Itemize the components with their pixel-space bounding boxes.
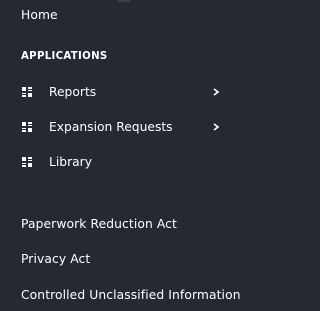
nav-item-expansion-requests[interactable]: Expansion Requests	[21, 117, 221, 137]
applications-section-label: APPLICATIONS	[21, 50, 108, 62]
nav-home-link[interactable]: Home	[21, 5, 58, 25]
footer-link-paperwork-reduction-act[interactable]: Paperwork Reduction Act	[21, 214, 177, 234]
footer-link-controlled-unclassified-information[interactable]: Controlled Unclassified Information	[21, 285, 241, 305]
footer-link-label: Paperwork Reduction Act	[21, 217, 177, 231]
nav-item-reports[interactable]: Reports	[21, 82, 221, 102]
footer-link-label: Controlled Unclassified Information	[21, 288, 241, 302]
scroll-edge-indicator	[118, 0, 130, 2]
dashboard-icon	[22, 157, 32, 167]
footer-link-label: Privacy Act	[21, 252, 91, 266]
chevron-right-icon	[213, 123, 220, 131]
nav-home-label: Home	[21, 8, 58, 22]
nav-item-reports-label: Reports	[49, 85, 97, 99]
footer-link-privacy-act[interactable]: Privacy Act	[21, 249, 90, 269]
dashboard-icon	[22, 87, 32, 97]
nav-item-library[interactable]: Library	[21, 152, 221, 172]
applications-section-header: APPLICATIONS	[21, 48, 108, 64]
nav-item-expansion-requests-label: Expansion Requests	[49, 120, 173, 134]
side-navigation: Home APPLICATIONS Reports Expansion Requ	[0, 0, 244, 311]
nav-item-library-label: Library	[49, 155, 92, 169]
dashboard-icon	[22, 122, 32, 132]
chevron-right-icon	[213, 88, 220, 96]
